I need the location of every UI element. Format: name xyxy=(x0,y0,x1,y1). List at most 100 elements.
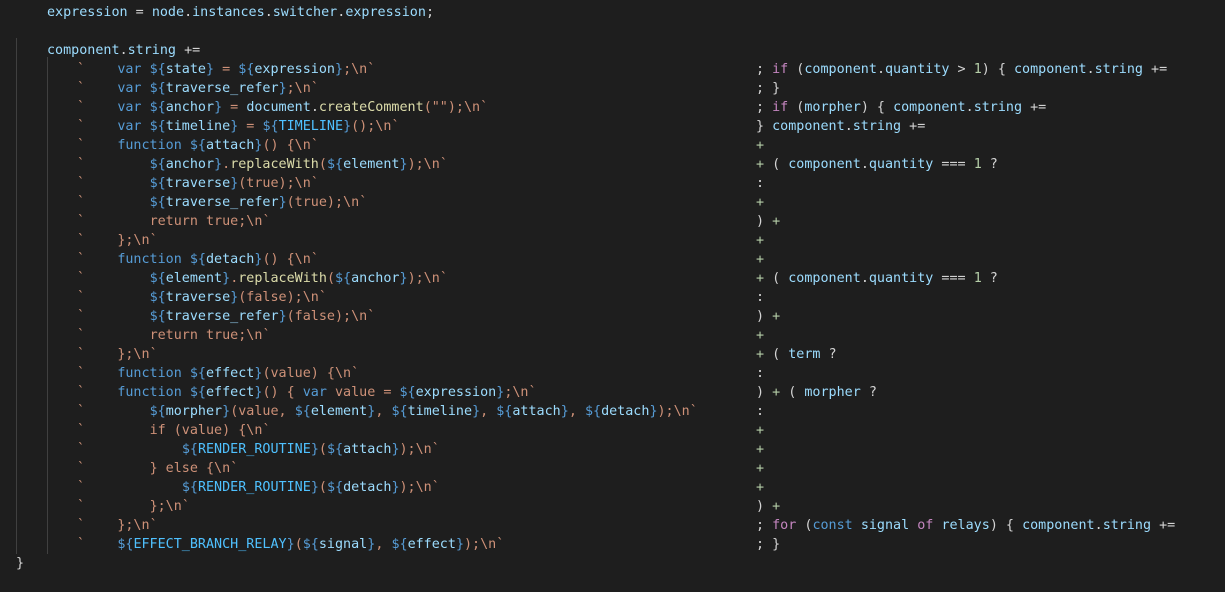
code-token: term xyxy=(788,347,821,362)
code-line: component.string += xyxy=(0,41,1225,60)
code-token: ` xyxy=(77,404,86,419)
code-right-segment: : xyxy=(756,364,764,383)
code-line: ` ${EFFECT_BRANCH_RELAY}(${signal}, ${ef… xyxy=(0,535,1225,554)
code-line: ` };\n`; for (const signal of relays) { … xyxy=(0,516,1225,535)
code-token: ` xyxy=(77,233,86,248)
code-token: ) { xyxy=(981,62,1014,77)
code-line: ` function ${attach}() {\n` + xyxy=(0,136,1225,155)
code-token: ${ xyxy=(238,62,255,77)
code-token: morpher xyxy=(804,100,861,115)
code-token: ` xyxy=(149,347,158,362)
code-token: ${ xyxy=(302,537,319,552)
code-token: } xyxy=(455,537,464,552)
code-token: ( xyxy=(788,100,805,115)
code-left-segment: ` function ${effect}() { var value = ${e… xyxy=(77,383,537,402)
code-token: () { xyxy=(262,385,303,400)
code-token: ( xyxy=(318,442,327,457)
code-token: + xyxy=(756,271,765,286)
code-token: += xyxy=(184,43,201,58)
code-token: } xyxy=(391,442,400,457)
code-token: anchor xyxy=(165,157,215,172)
code-right-segment: + xyxy=(756,421,764,440)
code-token: component xyxy=(1022,518,1095,533)
code-token: ; xyxy=(756,518,773,533)
code-token: , xyxy=(375,537,392,552)
code-token: ( xyxy=(764,271,789,286)
code-token: ) xyxy=(756,214,773,229)
code-token: } xyxy=(756,119,773,134)
code-token: , xyxy=(568,404,585,419)
code-token: ${ xyxy=(149,309,166,324)
code-token: . xyxy=(310,100,319,115)
code-token: ` xyxy=(230,461,239,476)
code-line: ` ${morpher}(value, ${element}, ${timeli… xyxy=(0,402,1225,421)
code-token: node xyxy=(151,5,185,20)
code-line: ` };\n` + xyxy=(0,231,1225,250)
code-right-segment: ; } xyxy=(756,535,780,554)
code-token: + xyxy=(772,309,781,324)
code-token: + xyxy=(772,214,781,229)
code-right-segment: ; if (component.quantity > 1) { componen… xyxy=(756,60,1167,79)
code-token: quantity xyxy=(885,62,950,77)
code-editor[interactable]: expression = node.instances.switcher.exp… xyxy=(0,0,1225,592)
code-line: ` function ${detach}() {\n` + xyxy=(0,250,1225,269)
code-token: var xyxy=(302,385,327,400)
code-token: expression xyxy=(254,62,335,77)
code-token: ` xyxy=(367,62,376,77)
code-token: string xyxy=(127,43,176,58)
code-token: signal xyxy=(318,537,368,552)
code-token: var xyxy=(117,81,142,96)
code-token: morpher xyxy=(804,385,861,400)
code-token: + xyxy=(756,157,765,172)
code-line: ` ${element}.replaceWith(${anchor});\n` +… xyxy=(0,269,1225,288)
code-token: ; xyxy=(756,62,773,77)
code-token: ` xyxy=(149,518,158,533)
code-token: detach xyxy=(601,404,650,419)
code-token: + xyxy=(756,138,765,153)
code-token: : xyxy=(756,404,765,419)
code-right-segment: + xyxy=(756,231,764,250)
code-token: + xyxy=(756,423,765,438)
code-token: ` xyxy=(77,423,86,438)
code-token: traverse xyxy=(165,176,231,191)
code-token: ${ xyxy=(326,442,344,457)
code-token: ` xyxy=(528,385,537,400)
code-token: anchor xyxy=(165,100,215,115)
code-token: } xyxy=(472,404,481,419)
code-token: } else {\n xyxy=(149,461,231,476)
code-token: } xyxy=(16,556,25,571)
code-token: } xyxy=(278,309,287,324)
code-right-segment: + xyxy=(756,326,764,345)
code-token: traverse_refer xyxy=(165,81,279,96)
code-token: = xyxy=(222,100,247,115)
code-token: traverse xyxy=(165,290,231,305)
code-token: ;\n xyxy=(343,62,368,77)
code-right-segment: + xyxy=(756,250,764,269)
code-right-segment: : xyxy=(756,402,764,421)
code-token: + xyxy=(756,252,765,267)
code-token: } xyxy=(310,480,319,495)
code-line: ` ${traverse}(true);\n`: xyxy=(0,174,1225,193)
code-token: ` xyxy=(77,100,86,115)
code-token: 1 xyxy=(973,62,982,77)
code-token: ) xyxy=(756,385,773,400)
code-token: ` xyxy=(496,537,505,552)
code-right-segment: + xyxy=(756,193,764,212)
code-token: 1 xyxy=(973,157,982,172)
code-token: ();\n xyxy=(351,119,392,134)
code-left-segment: ` };\n` xyxy=(77,345,158,364)
code-token: : xyxy=(756,176,765,191)
code-left-segment: ` ${traverse}(false);\n` xyxy=(77,288,327,307)
code-left-segment: ` ${element}.replaceWith(${anchor});\n` xyxy=(77,269,448,288)
code-token: ? xyxy=(820,347,837,362)
code-token: ` xyxy=(77,176,86,191)
code-token: ` xyxy=(77,328,86,343)
code-token: = xyxy=(214,62,239,77)
code-token: morpher xyxy=(165,404,223,419)
